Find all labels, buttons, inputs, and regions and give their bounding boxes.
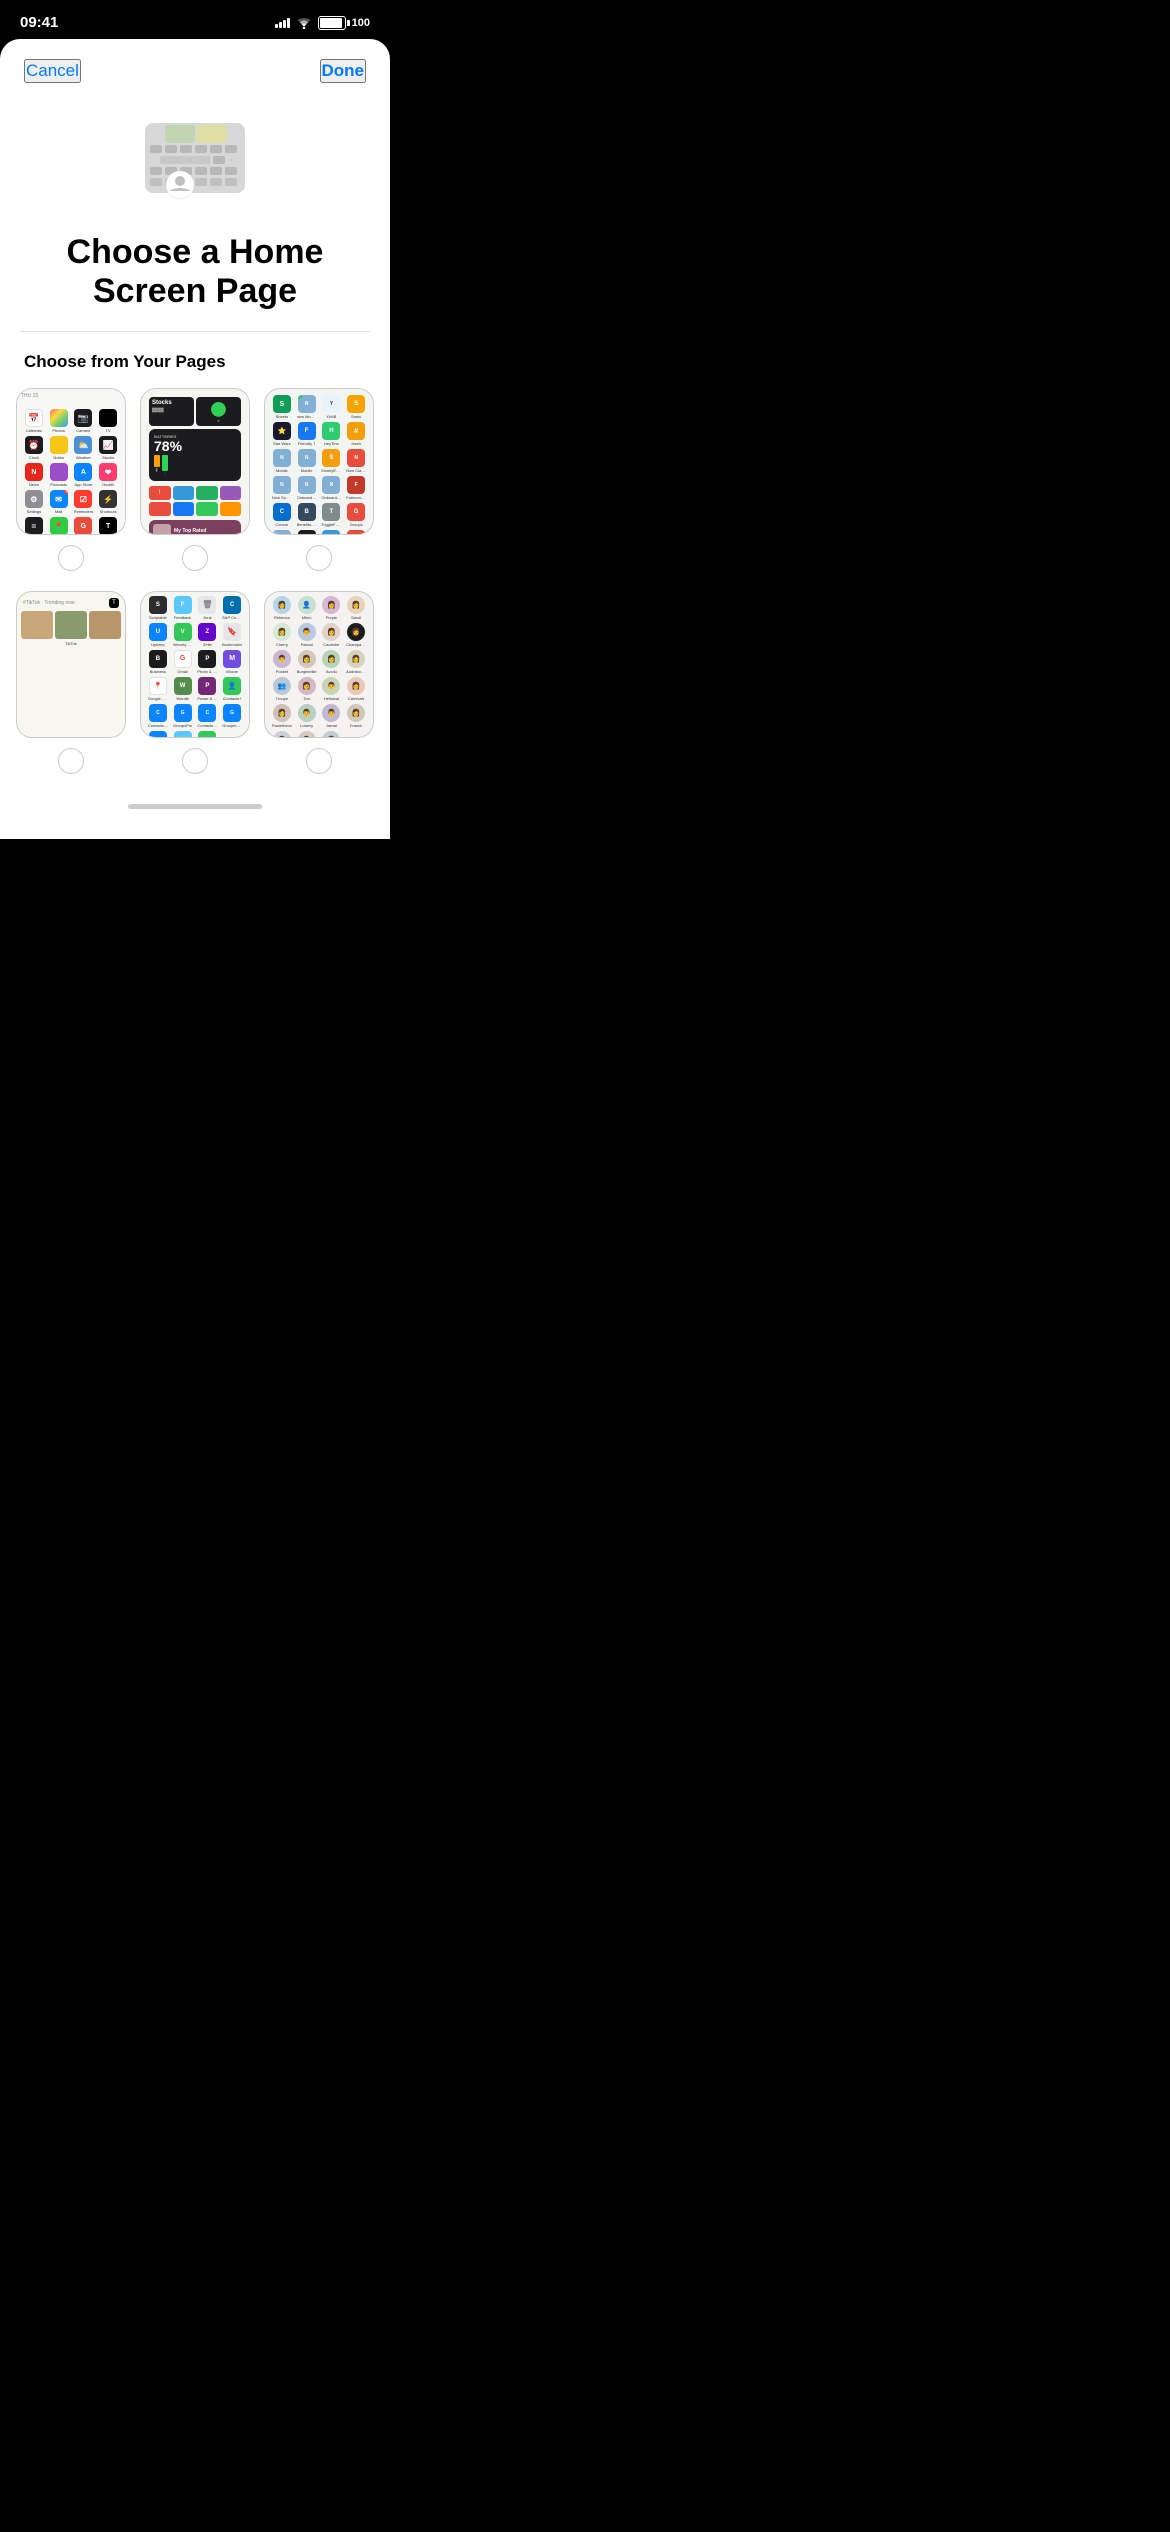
page-item-2[interactable]: Stocks ▓▓▓▓ ⬤ ● (140, 388, 250, 571)
status-icons: 100 (275, 16, 370, 30)
page-thumb-5[interactable]: S Scriptable F Feedback 🗑 Junk C (140, 591, 250, 738)
wifi-icon (296, 17, 312, 29)
page-radio-1[interactable] (58, 545, 84, 571)
keyboard-illustration (0, 93, 390, 233)
mini-app-calendar: 📅 Calendar (23, 409, 45, 433)
page-radio-6[interactable] (306, 748, 332, 774)
page-item-5[interactable]: S Scriptable F Feedback 🗑 Junk C (140, 591, 250, 774)
pages-grid-row2: #TikTok · Trending now T TikTok (0, 591, 390, 774)
status-bar: 09:41 100 (0, 0, 390, 39)
home-screen-page-sheet: Cancel Done (0, 39, 390, 839)
battery-level: 100 (352, 17, 370, 29)
page-radio-2[interactable] (182, 545, 208, 571)
page-radio-3[interactable] (306, 545, 332, 571)
page-radio-4[interactable] (58, 748, 84, 774)
page-item-3[interactable]: S Sheets N now Mobile Y YhAB (264, 388, 374, 571)
done-button[interactable]: Done (320, 59, 367, 83)
pages-grid-row1: THU 15 📅 Calendar Photos 📷 Camera (0, 388, 390, 571)
page-item-4[interactable]: #TikTok · Trending now T TikTok (16, 591, 126, 774)
time: 09:41 (20, 14, 58, 31)
heading-area: Choose a Home Screen Page (0, 233, 390, 331)
battery-icon (318, 16, 346, 30)
top-bar: Cancel Done (0, 39, 390, 93)
divider (20, 331, 370, 332)
page-thumb-6[interactable]: 👩 Rebecca 👤 Mimo 👩 Purple 👩 (264, 591, 374, 738)
page-item-6[interactable]: 👩 Rebecca 👤 Mimo 👩 Purple 👩 (264, 591, 374, 774)
keyboard-icon (130, 103, 260, 213)
page-thumb-4[interactable]: #TikTok · Trending now T TikTok (16, 591, 126, 738)
page-title: Choose a Home Screen Page (30, 233, 360, 311)
signal-icon (275, 18, 290, 28)
section-label: Choose from Your Pages (0, 352, 390, 388)
cancel-button[interactable]: Cancel (24, 59, 81, 83)
page-thumb-2[interactable]: Stocks ▓▓▓▓ ⬤ ● (140, 388, 250, 535)
page-thumb-1[interactable]: THU 15 📅 Calendar Photos 📷 Camera (16, 388, 126, 535)
page-thumb-3[interactable]: S Sheets N now Mobile Y YhAB (264, 388, 374, 535)
page-radio-5[interactable] (182, 748, 208, 774)
page-item-1[interactable]: THU 15 📅 Calendar Photos 📷 Camera (16, 388, 126, 571)
